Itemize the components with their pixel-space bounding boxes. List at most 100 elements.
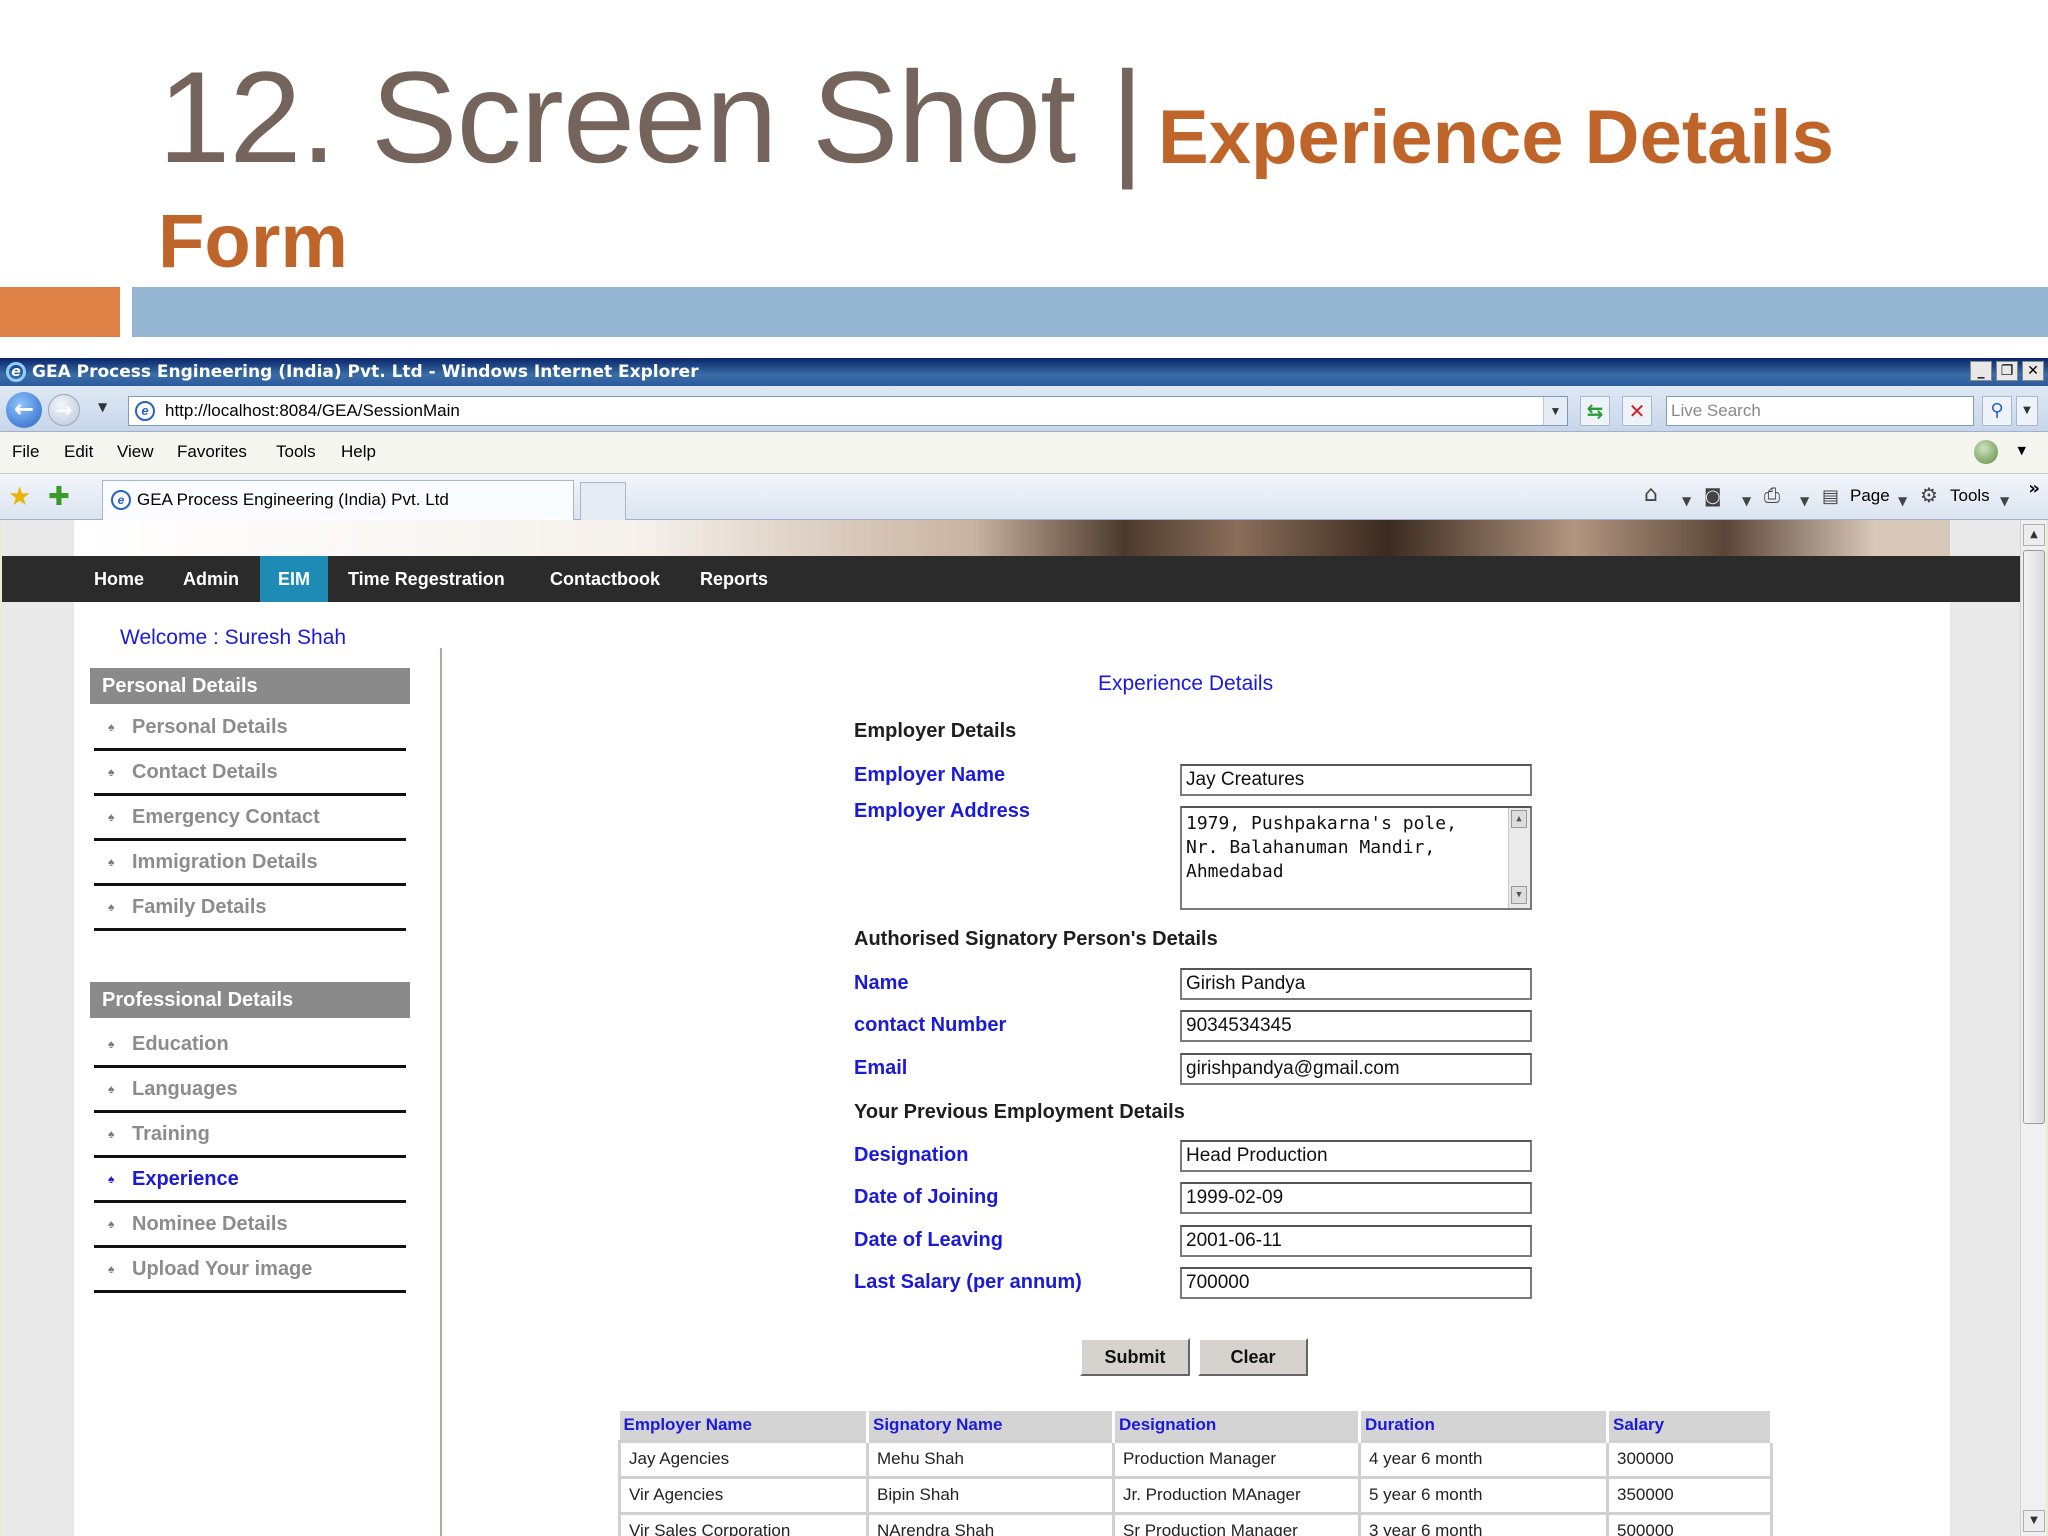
nav-eim[interactable]: EIM [260, 556, 329, 602]
menu-view[interactable]: View [117, 442, 154, 462]
signatory-name-input[interactable]: Girish Pandya [1180, 968, 1532, 1000]
gear-icon[interactable]: ⚙ [1920, 484, 1938, 506]
nav-contactbook[interactable]: Contactbook [532, 556, 678, 602]
email-input[interactable]: girishpandya@gmail.com [1180, 1053, 1532, 1085]
chevron-down-icon[interactable]: ▼ [1800, 490, 1809, 512]
nav-reports[interactable]: Reports [682, 556, 786, 602]
sidebar-item-contact-details[interactable]: ♠ Contact Details [94, 751, 406, 796]
menu-favorites[interactable]: Favorites [177, 442, 247, 462]
employer-address-textarea[interactable]: 1979, Pushpakarna's pole, Nr. Balahanuma… [1180, 806, 1532, 910]
employer-address-value: 1979, Pushpakarna's pole, Nr. Balahanuma… [1186, 813, 1457, 882]
last-salary-input[interactable]: 700000 [1180, 1267, 1532, 1299]
address-url: http://localhost:8084/GEA/SessionMain [165, 401, 460, 420]
table-row[interactable]: Vir Sales Corporation NArendra Shah Sr P… [618, 1511, 1773, 1536]
add-favorite-icon[interactable]: ✚ [48, 484, 70, 510]
restore-button[interactable]: ❐ [1996, 361, 2018, 381]
chevron-down-icon[interactable]: ▼ [1682, 490, 1691, 512]
nav-home[interactable]: Home [76, 556, 162, 602]
chevron-down-icon[interactable]: ▼ [2018, 444, 2026, 457]
bullet-icon: ♠ [108, 1217, 115, 1231]
forward-button[interactable]: → [48, 394, 80, 426]
table-row[interactable]: Vir Agencies Bipin Shah Jr. Production M… [618, 1475, 1773, 1515]
sidebar-item-immigration-details[interactable]: ♠ Immigration Details [94, 841, 406, 886]
sidebar-item-nominee-details[interactable]: ♠ Nominee Details [94, 1203, 406, 1248]
clear-button[interactable]: Clear [1198, 1338, 1308, 1376]
sidebar-heading-personal: Personal Details [90, 668, 410, 704]
scroll-down-icon[interactable]: ▼ [1511, 886, 1527, 904]
menu-help[interactable]: Help [341, 442, 376, 462]
bullet-icon: ♠ [108, 1127, 115, 1141]
new-tab-button[interactable] [580, 482, 626, 520]
sidebar-item-personal-details[interactable]: ♠ Personal Details [94, 706, 406, 751]
sidebar-item-languages[interactable]: ♠ Languages [94, 1068, 406, 1113]
more-chevron-icon[interactable]: » [2028, 478, 2040, 499]
address-bar[interactable]: e http://localhost:8084/GEA/SessionMain … [128, 396, 1568, 426]
language-globe-icon[interactable] [1974, 440, 1998, 464]
table-row[interactable]: Jay Agencies Mehu Shah Production Manage… [618, 1439, 1773, 1479]
sidebar-item-label: Training [132, 1123, 210, 1145]
bullet-icon: ♠ [108, 720, 115, 734]
tabs-bar: ★ ✚ e GEA Process Engineering (India) Pv… [0, 474, 2048, 520]
employer-name-label: Employer Name [854, 764, 1006, 786]
menu-file[interactable]: File [12, 442, 39, 462]
stop-button[interactable]: ✕ [1622, 396, 1652, 426]
refresh-button[interactable]: ⇆ [1580, 396, 1610, 426]
accent-bar-blue [132, 287, 2048, 337]
sidebar-item-label: Personal Details [132, 716, 288, 738]
tab-active[interactable]: e GEA Process Engineering (India) Pvt. L… [102, 480, 574, 520]
page-icon[interactable]: ▤ [1822, 486, 1839, 508]
sidebar-item-experience[interactable]: ♠ Experience [94, 1158, 406, 1203]
bullet-icon: ♠ [108, 1172, 115, 1186]
menu-bar: File Edit View Favorites Tools Help ▼ [0, 432, 2048, 474]
page-icon: e [135, 401, 155, 421]
minimize-button[interactable]: _ [1970, 361, 1992, 381]
scroll-down-icon[interactable]: ▼ [2023, 1510, 2045, 1532]
designation-input[interactable]: Head Production [1180, 1140, 1532, 1172]
column-header: Employer Name [619, 1411, 869, 1441]
scroll-up-icon[interactable]: ▲ [2023, 524, 2045, 546]
signatory-name-label: Name [854, 972, 909, 994]
table-cell: Vir Agencies [618, 1475, 869, 1515]
page-scrollbar[interactable]: ▲ ▼ [2020, 520, 2046, 1536]
address-dropdown-icon[interactable]: ▼ [1543, 397, 1567, 425]
table-cell: Jay Agencies [618, 1439, 869, 1479]
scrollbar-thumb[interactable] [2023, 550, 2045, 1124]
nav-admin[interactable]: Admin [165, 556, 257, 602]
sidebar-item-label: Languages [132, 1078, 238, 1100]
sidebar-item-upload-image[interactable]: ♠ Upload Your image [94, 1248, 406, 1293]
print-icon[interactable]: ⎙ [1764, 484, 1780, 506]
page-menu-button[interactable]: Page [1850, 486, 1890, 506]
back-button[interactable]: ← [6, 392, 42, 428]
textarea-scrollbar[interactable]: ▲ ▼ [1508, 808, 1530, 908]
favorites-star-icon[interactable]: ★ [8, 484, 31, 510]
submit-button[interactable]: Submit [1080, 1338, 1190, 1376]
page-margin-right [1950, 520, 2020, 1536]
close-button[interactable]: ✕ [2022, 361, 2044, 381]
search-options-icon[interactable]: ▼ [2016, 396, 2038, 426]
scroll-up-icon[interactable]: ▲ [1511, 810, 1527, 828]
menu-edit[interactable]: Edit [64, 442, 93, 462]
sidebar-item-education[interactable]: ♠ Education [94, 1023, 406, 1068]
bullet-icon: ♠ [108, 810, 115, 824]
history-dropdown-icon[interactable]: ▼ [98, 400, 107, 414]
search-icon[interactable]: ⚲ [1982, 396, 2012, 426]
date-of-leaving-input[interactable]: 2001-06-11 [1180, 1225, 1532, 1257]
search-input[interactable]: Live Search [1666, 396, 1974, 426]
sidebar-item-emergency-contact[interactable]: ♠ Emergency Contact [94, 796, 406, 841]
welcome-text: Welcome : Suresh Shah [120, 626, 347, 649]
chevron-down-icon[interactable]: ▼ [1898, 490, 1907, 512]
home-icon[interactable]: ⌂ [1644, 484, 1658, 506]
chevron-down-icon[interactable]: ▼ [2000, 490, 2009, 512]
employer-name-input[interactable]: Jay Creatures [1180, 764, 1532, 796]
sidebar-item-training[interactable]: ♠ Training [94, 1113, 406, 1158]
menu-tools[interactable]: Tools [276, 442, 316, 462]
contact-number-input[interactable]: 9034534345 [1180, 1010, 1532, 1042]
column-header: Duration [1359, 1411, 1609, 1441]
tools-menu-button[interactable]: Tools [1950, 486, 1990, 506]
nav-time-registration[interactable]: Time Regestration [330, 556, 523, 602]
sidebar-item-label: Upload Your image [132, 1258, 313, 1280]
sidebar-item-family-details[interactable]: ♠ Family Details [94, 886, 406, 931]
feeds-icon[interactable]: ◙ [1704, 486, 1721, 508]
date-of-joining-input[interactable]: 1999-02-09 [1180, 1182, 1532, 1214]
chevron-down-icon[interactable]: ▼ [1742, 490, 1751, 512]
